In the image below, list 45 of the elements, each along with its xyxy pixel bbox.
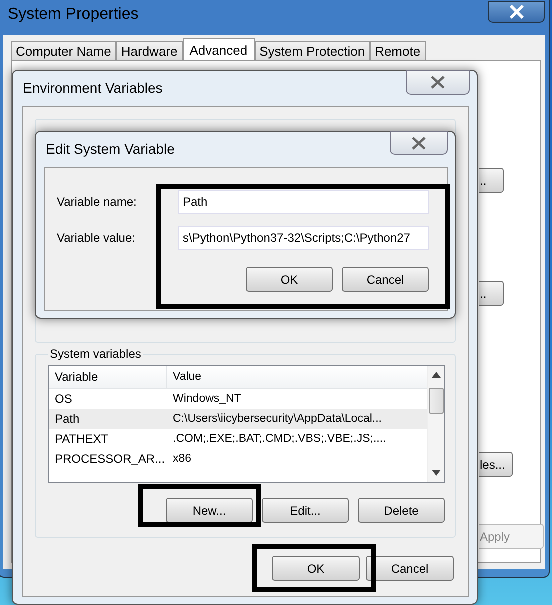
variable-value: .COM;.EXE;.BAT;.CMD;.VBS;.VBE;.JS;....	[172, 433, 386, 445]
field-label: Variable value:	[57, 231, 136, 245]
dialog-button[interactable]: les...	[479, 452, 513, 477]
dialog-button[interactable]: OK	[272, 556, 360, 581]
tab[interactable]: Hardware	[116, 41, 183, 61]
dialog-button[interactable]: Delete	[358, 498, 445, 523]
group-label: System variables	[49, 347, 142, 361]
close-icon	[430, 76, 446, 89]
tab[interactable]: Remote	[370, 41, 426, 61]
window-title: Environment Variables	[23, 80, 163, 96]
scrollbar-thumb[interactable]	[428, 388, 444, 414]
dialog-button[interactable]: ..	[479, 168, 504, 193]
column-header[interactable]: Variable	[49, 366, 167, 388]
close-icon	[411, 136, 427, 150]
list-row[interactable]: Path C:\Users\iicybersecurity\AppData\Local...	[49, 409, 427, 429]
column-header[interactable]: Value	[167, 366, 202, 388]
variable-name: PATHEXT	[54, 432, 110, 446]
variable-name: OS	[54, 392, 74, 406]
variable-value: Windows_NT	[172, 393, 242, 405]
dialog-button[interactable]: New...	[166, 498, 253, 523]
variable-value: x86	[172, 453, 192, 465]
dialog-button[interactable]: Edit...	[262, 498, 349, 523]
variable-value: C:\Users\iicybersecurity\AppData\Local...	[172, 413, 382, 425]
dialog-button[interactable]: Cancel	[366, 556, 454, 581]
close-icon	[508, 5, 524, 19]
input-field[interactable]: s\Python\Python37-32\Scripts;C:\Python27	[178, 226, 429, 250]
dialog-button[interactable]: ..	[479, 281, 504, 306]
window-title: Edit System Variable	[46, 141, 175, 157]
input-field[interactable]: Path	[178, 190, 429, 214]
dialog-button[interactable]: OK	[246, 267, 333, 292]
close-button[interactable]	[488, 1, 545, 23]
tab[interactable]: Computer Name	[11, 41, 116, 61]
variable-name: PROCESSOR_AR...	[54, 452, 166, 466]
tab[interactable]: System Protection	[254, 41, 370, 61]
scroll-down-icon[interactable]	[432, 470, 440, 476]
list-row[interactable]: PATHEXT .COM;.EXE;.BAT;.CMD;.VBS;.VBE;.JS;....	[49, 429, 427, 449]
list-row[interactable]: PROCESSOR_AR... x86	[49, 449, 427, 469]
tab[interactable]: Advanced	[182, 38, 255, 61]
window-title: System Properties	[8, 6, 139, 24]
scroll-up-icon[interactable]	[432, 372, 440, 378]
scrollbar[interactable]	[427, 366, 444, 482]
field-label: Variable name:	[57, 195, 138, 209]
variable-name: Path	[54, 412, 81, 426]
dialog-button[interactable]: Cancel	[342, 267, 429, 292]
list-row[interactable]: OS Windows_NT	[49, 389, 427, 409]
